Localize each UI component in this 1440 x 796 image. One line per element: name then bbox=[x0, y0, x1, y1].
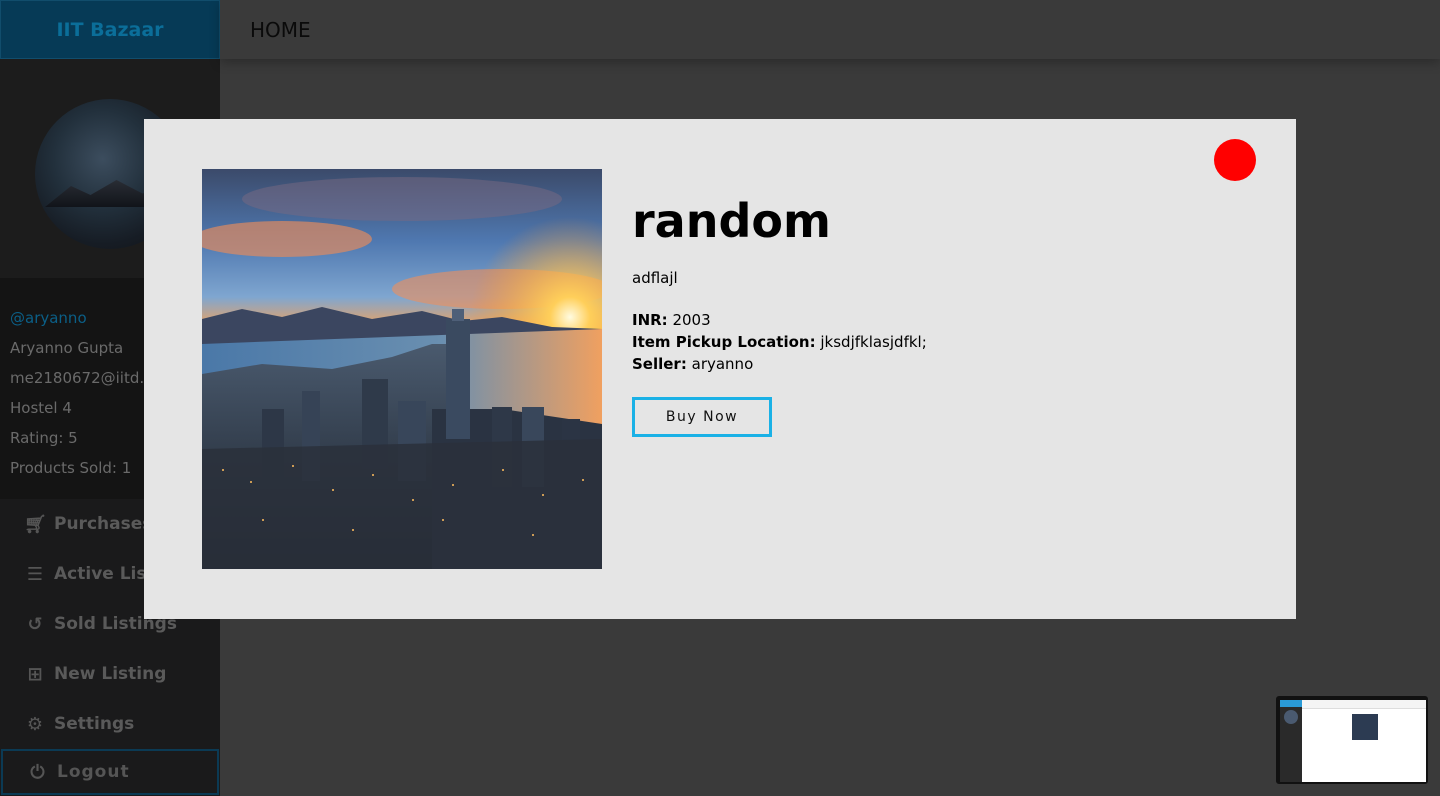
pickup-row: Item Pickup Location: jksdjfklasjdfkl; bbox=[632, 331, 1192, 353]
seller-row: Seller: aryanno bbox=[632, 353, 1192, 375]
thumbnail-screen bbox=[1280, 700, 1426, 782]
product-image bbox=[202, 169, 602, 569]
sidebar-item-label: Purchases bbox=[54, 514, 153, 534]
seller-label: Seller: bbox=[632, 355, 687, 373]
sidebar-item-label: Logout bbox=[57, 762, 130, 782]
list-icon: ☰ bbox=[26, 563, 44, 585]
product-modal: random adflajl INR: 2003 Item Pickup Loc… bbox=[144, 119, 1296, 619]
power-icon: ⏻ bbox=[30, 761, 46, 783]
logout-button[interactable]: ⏻ Logout bbox=[1, 749, 219, 795]
pickup-label: Item Pickup Location: bbox=[632, 333, 816, 351]
seller-value: aryanno bbox=[691, 355, 754, 373]
sidebar-item-label: Settings bbox=[54, 714, 135, 734]
close-button[interactable] bbox=[1214, 139, 1256, 181]
sidebar-item-settings[interactable]: ⚙ Settings bbox=[0, 699, 220, 749]
product-info: INR: 2003 Item Pickup Location: jksdjfkl… bbox=[632, 309, 1192, 375]
price-value: 2003 bbox=[672, 311, 711, 329]
history-icon: ↺ bbox=[27, 613, 43, 635]
sidebar-item-new-listing[interactable]: ⊞ New Listing bbox=[0, 649, 220, 699]
gear-icon: ⚙ bbox=[26, 713, 44, 735]
window-thumbnail[interactable] bbox=[1276, 696, 1428, 784]
buy-now-button[interactable]: Buy Now bbox=[632, 397, 772, 437]
cart-icon: 🛒︎ bbox=[24, 513, 47, 535]
product-description: adflajl bbox=[632, 269, 678, 287]
plus-square-icon: ⊞ bbox=[27, 663, 43, 685]
price-row: INR: 2003 bbox=[632, 309, 1192, 331]
brand-logo[interactable]: IIT Bazaar bbox=[0, 0, 220, 59]
pickup-value: jksdjfklasjdfkl; bbox=[820, 333, 927, 351]
top-bar: HOME bbox=[220, 0, 1440, 59]
home-link[interactable]: HOME bbox=[250, 18, 311, 42]
sidebar-item-label: New Listing bbox=[54, 664, 167, 684]
price-label: INR: bbox=[632, 311, 668, 329]
product-details: random adflajl INR: 2003 Item Pickup Loc… bbox=[632, 191, 1192, 437]
product-title: random bbox=[632, 194, 831, 248]
